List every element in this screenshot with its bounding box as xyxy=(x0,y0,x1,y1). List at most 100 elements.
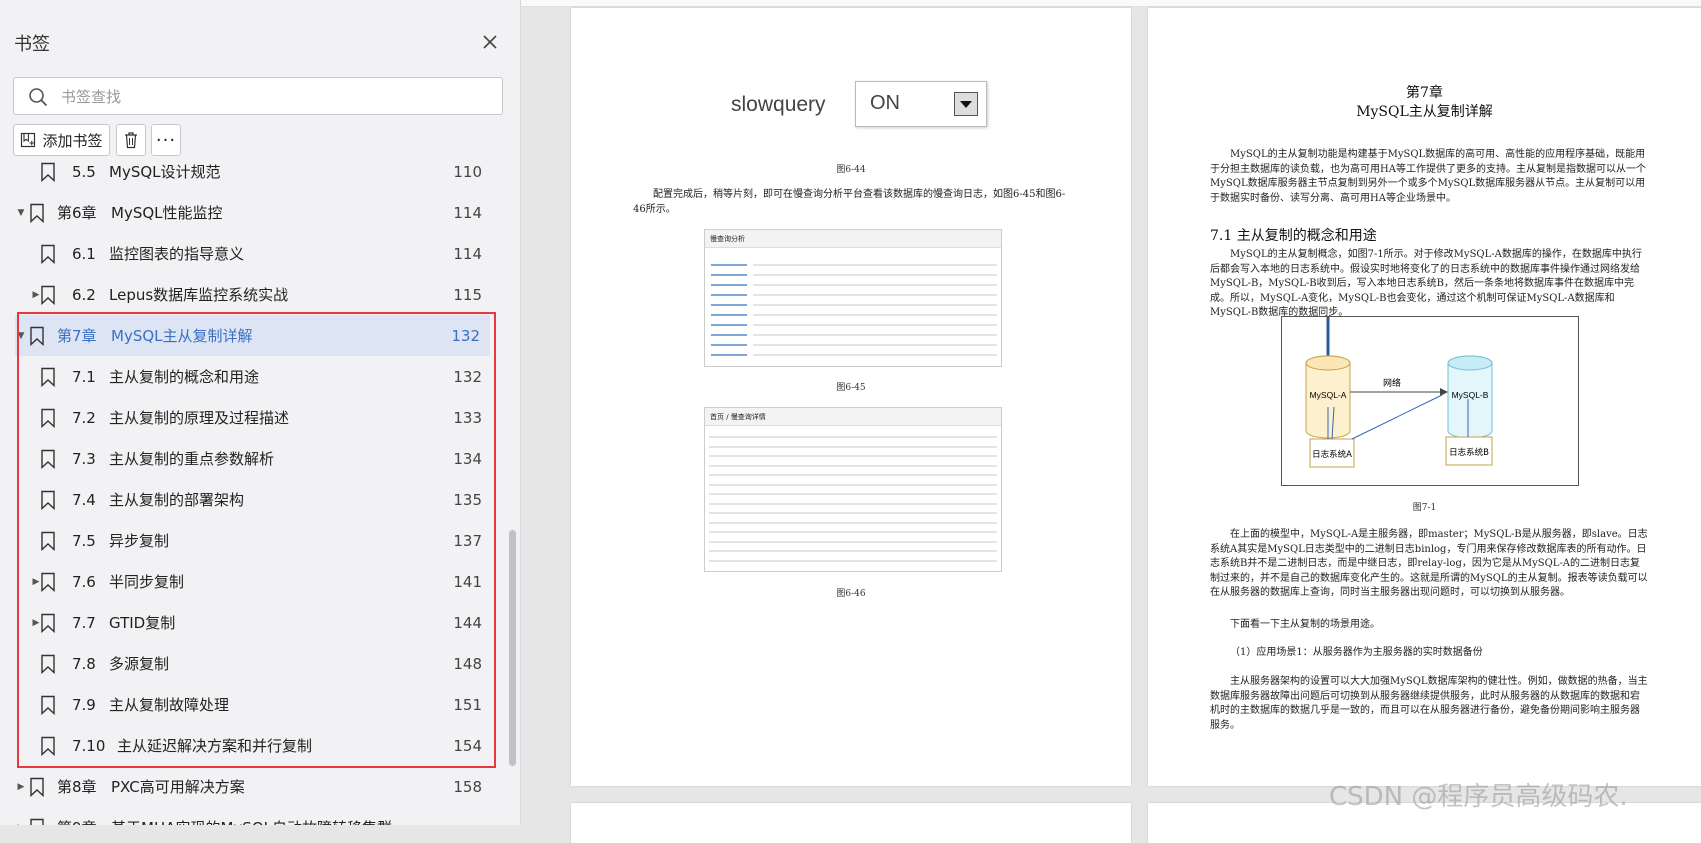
chapter-number: 第7章 xyxy=(1406,85,1443,101)
bookmark-icon xyxy=(40,695,56,715)
sidebar-scrollbar[interactable] xyxy=(509,530,516,766)
figure-caption-6-46: 图6-46 xyxy=(836,589,866,599)
screenshot-row-line xyxy=(753,354,997,356)
section-paragraph: MySQL的主从复制概念，如图7-1所示。对于修改MySQL-A数据库的操作，在… xyxy=(1210,249,1642,318)
bookmark-label: 半同步复制 xyxy=(109,573,185,591)
bookmark-item[interactable]: 7.1 主从复制的概念和用途 132 xyxy=(0,356,508,397)
bookmark-panel: 书签 添加书签 ··· 5.5 MySQL设计规范 110 ▼ 第6章 MySQL性能监控… xyxy=(0,0,521,825)
bookmark-item[interactable]: 7.10 主从延迟解决方案和并行复制 154 xyxy=(0,725,508,766)
bookmark-item[interactable]: ▶ 7.6 半同步复制 141 xyxy=(0,561,508,602)
screenshot-row-line xyxy=(711,284,747,286)
chapter-intro: MySQL的主从复制功能是构建基于MySQL数据库的高可用、高性能的应用程序基础… xyxy=(1210,149,1646,204)
bookmark-label: 主从复制的原理及过程描述 xyxy=(109,409,290,427)
bookmark-label: 监控图表的指导意义 xyxy=(109,245,245,263)
screenshot-slow-query-list: 慢查询分析 xyxy=(704,229,1002,367)
screenshot-row-line xyxy=(709,445,997,448)
screenshot-row-line xyxy=(753,314,997,316)
bookmark-item[interactable]: 7.8 多源复制 148 xyxy=(0,643,508,684)
bookmark-item[interactable]: ▼ 第6章 MySQL性能监控 114 xyxy=(0,192,508,233)
bookmark-icon xyxy=(29,326,45,346)
bookmark-number: 6.1 xyxy=(72,244,96,263)
bookmark-number: 7.4 xyxy=(72,490,96,509)
collapse-arrow-icon[interactable]: ▼ xyxy=(16,331,26,341)
add-bookmark-label: 添加书签 xyxy=(42,131,103,150)
bookmark-item[interactable]: 7.5 异步复制 137 xyxy=(0,520,508,561)
bookmark-number: 7.8 xyxy=(72,654,96,673)
trash-icon xyxy=(125,132,137,149)
bookmark-page-number: 137 xyxy=(453,531,482,550)
screenshot-row-line xyxy=(711,274,747,276)
add-bookmark-button[interactable]: 添加书签 xyxy=(13,124,110,156)
panel-title: 书签 xyxy=(14,34,50,55)
slowquery-value: ON xyxy=(870,92,900,114)
screenshot-row-line xyxy=(753,324,997,326)
screenshot-row-line xyxy=(753,344,997,346)
bookmark-page-number: 114 xyxy=(453,244,482,263)
bookmark-item[interactable]: ▶第9章基于MHA实现的MySQL自动故障转移集群 xyxy=(0,807,508,825)
bookmark-item[interactable]: 7.2 主从复制的原理及过程描述 133 xyxy=(0,397,508,438)
bookmark-number: 第7章 xyxy=(57,327,97,345)
screenshot-row-line xyxy=(711,304,747,306)
screenshot-row-line xyxy=(709,464,997,467)
close-icon[interactable] xyxy=(478,30,502,54)
screenshot-row-line xyxy=(709,512,997,514)
delete-bookmark-button[interactable] xyxy=(116,124,146,156)
bookmark-label: 异步复制 xyxy=(109,532,170,550)
bookmark-label: 多源复制 xyxy=(109,655,170,673)
screenshot-title: 慢查询分析 xyxy=(705,230,1001,248)
bookmark-item[interactable]: 6.1 监控图表的指导意义 114 xyxy=(0,233,508,274)
bookmark-item[interactable]: ▶ 6.2 Lepus数据库监控系统实战 115 xyxy=(0,274,508,315)
bookmark-item[interactable]: ▶ 第8章 PXC高可用解决方案 158 xyxy=(0,766,508,807)
bookmark-item[interactable]: 7.4 主从复制的部署架构 135 xyxy=(0,479,508,520)
bookmark-page-number: 132 xyxy=(451,326,480,345)
slowquery-select: ON xyxy=(855,81,987,127)
screenshot-row-line xyxy=(711,334,747,336)
bookmark-icon xyxy=(40,654,56,674)
bookmark-icon xyxy=(40,572,56,592)
bookmark-label: 主从复制的概念和用途 xyxy=(109,368,260,386)
section-title: 7.1 主从复制的概念和用途 xyxy=(1210,228,1377,244)
screenshot-row-line xyxy=(709,493,997,495)
bookmark-icon xyxy=(40,367,56,387)
bookmark-item[interactable]: ▶ 7.7 GTID复制 144 xyxy=(0,602,508,643)
usage-intro: 下面看一下主从复制的场景用途。 xyxy=(1230,619,1380,630)
collapse-arrow-icon[interactable]: ▼ xyxy=(16,208,26,218)
screenshot-row-line xyxy=(711,264,747,266)
chapter-title: MySQL主从复制详解 xyxy=(1356,104,1493,120)
screenshot-row-line xyxy=(709,436,997,438)
bookmark-item[interactable]: ▼ 第7章 MySQL主从复制详解 132 xyxy=(15,315,490,356)
bookmark-page-number: 158 xyxy=(453,777,482,796)
bookmark-page-number: 115 xyxy=(453,285,482,304)
bookmark-number: 7.3 xyxy=(72,449,96,468)
bookmark-icon xyxy=(40,244,56,264)
screenshot-row-line xyxy=(753,284,997,286)
bookmark-page-number: 135 xyxy=(453,490,482,509)
network-label: 网络 xyxy=(1383,377,1401,389)
bookmark-label: GTID复制 xyxy=(109,614,176,632)
bookmark-search-input[interactable] xyxy=(59,83,483,111)
slowquery-label: slowquery xyxy=(731,93,826,116)
expand-arrow-icon[interactable]: ▶ xyxy=(16,782,26,792)
screenshot-row-line xyxy=(709,550,997,552)
bookmark-label: 基于MHA实现的MySQL自动故障转移集群 xyxy=(111,817,392,825)
more-options-button[interactable]: ··· xyxy=(151,124,181,156)
bookmark-search-box xyxy=(13,77,503,115)
replication-diagram: MySQL-A MySQL-B 网络 日志系统A 日志系统B xyxy=(1281,316,1579,486)
screenshot-row-line xyxy=(711,294,747,296)
screenshot-row-line xyxy=(711,354,747,356)
screenshot-row-line xyxy=(753,334,997,336)
bookmark-label: MySQL设计规范 xyxy=(109,163,221,181)
screenshot-row-line xyxy=(709,540,997,543)
bookmark-item[interactable]: 5.5 MySQL设计规范 110 xyxy=(0,162,508,192)
bookmark-label: 主从复制故障处理 xyxy=(109,696,230,714)
watermark: CSDN @程序员高级码农. xyxy=(1329,782,1628,812)
screenshot-row-line xyxy=(753,294,997,296)
bookmark-label: 主从延迟解决方案和并行复制 xyxy=(117,737,313,755)
screenshot-row-line xyxy=(709,474,997,476)
screenshot-row-line xyxy=(709,502,997,505)
bookmark-icon xyxy=(40,449,56,469)
add-bookmark-icon xyxy=(21,132,36,148)
document-page-next-left xyxy=(571,803,1131,843)
bookmark-item[interactable]: 7.3 主从复制的重点参数解析 134 xyxy=(0,438,508,479)
bookmark-item[interactable]: 7.9 主从复制故障处理 151 xyxy=(0,684,508,725)
